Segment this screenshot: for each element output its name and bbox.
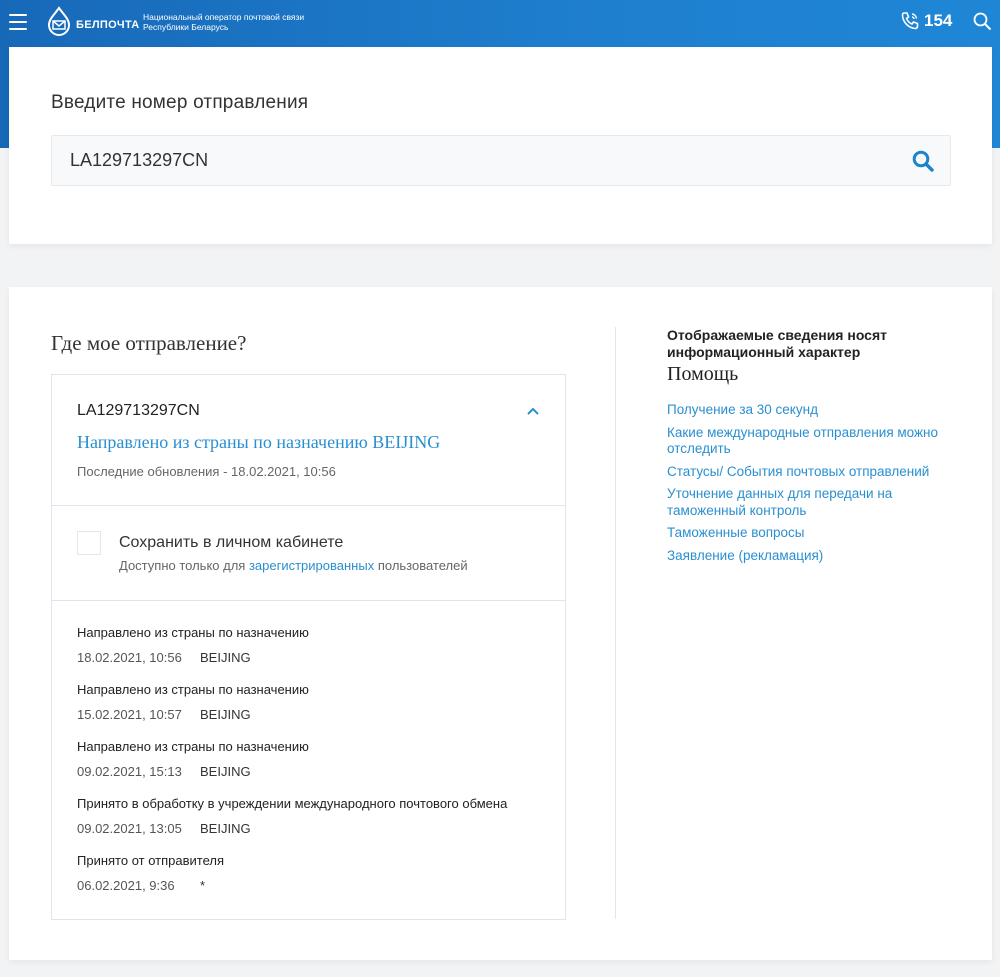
event-place: BEIJING: [200, 821, 251, 836]
phone-number: 154: [924, 11, 953, 30]
tracking-title: Где мое отправление?: [51, 331, 247, 355]
chevron-up-icon[interactable]: [526, 403, 540, 421]
logo-drop-icon: [47, 6, 71, 36]
help-link-trackable[interactable]: Какие международные отправления можно от…: [667, 425, 967, 458]
parcel-status: Направлено из страны по назначению BEIJI…: [77, 432, 441, 452]
search-card: Введите номер отправления: [9, 47, 992, 244]
parcel-header[interactable]: LA129713297CN Направлено из страны по на…: [52, 375, 565, 506]
event-item: Направлено из страны по назначению 15.02…: [77, 682, 557, 739]
event-item: Направлено из страны по назначению 09.02…: [77, 739, 557, 796]
event-place: *: [200, 878, 206, 893]
event-date: 15.02.2021, 10:57: [77, 707, 182, 722]
event-date: 18.02.2021, 10:56: [77, 650, 182, 665]
event-title: Направлено из страны по назначению: [77, 625, 309, 640]
menu-icon[interactable]: [9, 14, 27, 30]
parcel-number: LA129713297CN: [77, 402, 200, 419]
event-item: Направлено из страны по назначению 18.02…: [77, 625, 557, 682]
top-bar: БЕЛПОЧТА Национальный оператор почтовой …: [0, 0, 1000, 46]
event-place: BEIJING: [200, 650, 251, 665]
operator-line-2: Республики Беларусь: [143, 22, 229, 32]
event-title: Направлено из страны по назначению: [77, 682, 309, 697]
event-item: Принято от отправителя 06.02.2021, 9:36 *: [77, 853, 557, 910]
logo[interactable]: БЕЛПОЧТА: [44, 6, 140, 36]
save-subtext-prefix: Доступно только для: [119, 558, 249, 573]
parcel-panel: LA129713297CN Направлено из страны по на…: [51, 374, 566, 920]
event-list: Направлено из страны по назначению 18.02…: [77, 625, 557, 910]
event-place: BEIJING: [200, 764, 251, 779]
help-sidebar: Отображаемые сведения носят информационн…: [667, 327, 967, 570]
parcel-updated: Последние обновления - 18.02.2021, 10:56: [77, 464, 336, 479]
column-divider: [615, 327, 616, 919]
search-icon[interactable]: [973, 12, 992, 36]
operator-caption: Национальный оператор почтовой связи Рес…: [143, 12, 323, 32]
save-label: Сохранить в личном кабинете: [119, 534, 344, 551]
event-title: Направлено из страны по назначению: [77, 739, 309, 754]
help-link-customs-questions[interactable]: Таможенные вопросы: [667, 525, 967, 542]
search-submit-icon[interactable]: [912, 150, 934, 177]
event-title: Принято в обработку в учреждении междуна…: [77, 796, 508, 811]
registered-link[interactable]: зарегистрированных: [249, 558, 374, 573]
help-links: Получение за 30 секунд Какие международн…: [667, 402, 967, 564]
tracking-number-input[interactable]: [70, 136, 890, 185]
help-link-statuses[interactable]: Статусы/ События почтовых отправлений: [667, 464, 967, 481]
save-checkbox[interactable]: [77, 531, 101, 555]
info-note: Отображаемые сведения носят информационн…: [667, 327, 887, 360]
save-to-account-row: Сохранить в личном кабинете Доступно тол…: [52, 506, 565, 601]
operator-line-1: Национальный оператор почтовой связи: [143, 12, 305, 22]
event-place: BEIJING: [200, 707, 251, 722]
event-title: Принято от отправителя: [77, 853, 225, 868]
save-subtext: Доступно только для зарегистрированных п…: [119, 558, 468, 573]
brand-name: БЕЛПОЧТА: [76, 19, 140, 31]
event-date: 06.02.2021, 9:36: [77, 878, 175, 893]
event-date: 09.02.2021, 13:05: [77, 821, 182, 836]
event-date: 09.02.2021, 15:13: [77, 764, 182, 779]
tracking-card: Где мое отправление? LA129713297CN Напра…: [9, 287, 992, 960]
phone-link[interactable]: 154: [900, 11, 952, 31]
help-link-claim[interactable]: Заявление (рекламация): [667, 548, 967, 565]
help-link-customs-data[interactable]: Уточнение данных для передачи на таможен…: [667, 486, 967, 519]
search-box: [51, 135, 951, 186]
help-link-30-seconds[interactable]: Получение за 30 секунд: [667, 402, 967, 419]
event-item: Принято в обработку в учреждении междуна…: [77, 796, 557, 853]
help-title: Помощь: [667, 363, 739, 385]
save-subtext-suffix: пользователей: [374, 558, 468, 573]
search-title: Введите номер отправления: [51, 92, 309, 113]
phone-icon: [901, 12, 919, 30]
